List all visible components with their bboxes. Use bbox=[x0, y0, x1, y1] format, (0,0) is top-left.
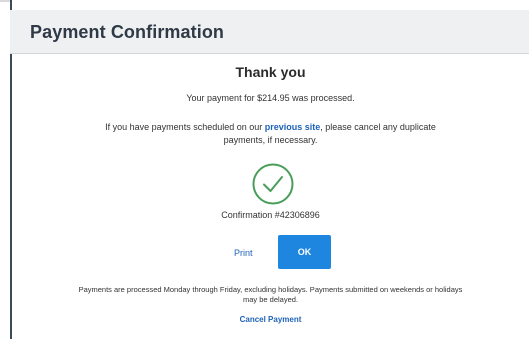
note-line-1: Payments are processed Monday through Fr… bbox=[78, 285, 463, 294]
notice-line-2: payments, if necessary. bbox=[223, 135, 318, 145]
ok-button[interactable]: OK bbox=[278, 235, 331, 269]
duplicate-payment-notice: If you have payments scheduled on our pr… bbox=[12, 121, 529, 147]
dialog-title: Payment Confirmation bbox=[30, 22, 225, 42]
previous-site-link[interactable]: previous site bbox=[265, 122, 321, 132]
payment-processed-text: Your payment for $214.95 was processed. bbox=[186, 93, 355, 103]
check-circle-icon bbox=[252, 163, 294, 205]
notice-line-1: If you have payments scheduled on our pr… bbox=[12, 121, 529, 134]
notice-text-after: , please cancel any duplicate bbox=[320, 122, 436, 132]
dialog-body: Thank you Your payment for $214.95 was p… bbox=[12, 54, 529, 339]
processing-schedule-note: Payments are processed Monday through Fr… bbox=[12, 285, 529, 305]
thank-you-heading: Thank you bbox=[235, 64, 306, 80]
note-line-2: may be delayed. bbox=[242, 295, 299, 304]
print-link[interactable]: Print bbox=[234, 248, 253, 258]
dialog-header: Payment Confirmation bbox=[10, 10, 529, 54]
notice-text-before: If you have payments scheduled on our bbox=[105, 122, 265, 132]
confirmation-number: Confirmation #42306896 bbox=[221, 210, 320, 220]
cancel-payment-link[interactable]: Cancel Payment bbox=[12, 315, 529, 324]
